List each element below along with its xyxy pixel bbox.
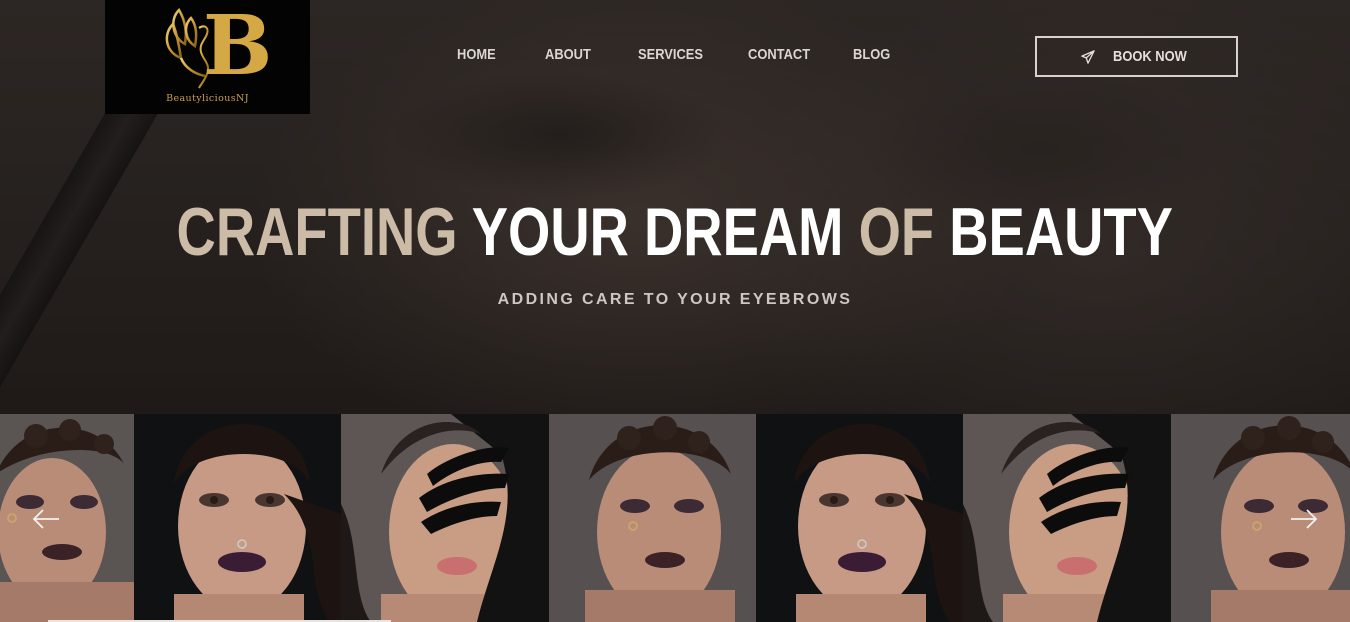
site-logo[interactable]: B BeautyliciousNJ — [105, 0, 310, 114]
arrow-left-icon[interactable] — [31, 504, 61, 534]
nav-item-home[interactable]: HOME — [457, 46, 496, 63]
gallery-photo[interactable] — [549, 414, 756, 622]
headline-word-beauty: BEAUTY — [949, 194, 1174, 270]
hero-headline: CRAFTING YOUR DREAM OF BEAUTY — [0, 196, 1350, 268]
nav-item-blog[interactable]: BLOG — [853, 46, 890, 63]
book-now-button[interactable]: BOOK NOW — [1035, 36, 1238, 77]
headline-words-your-dream: YOUR DREAM — [471, 194, 844, 270]
headline-word-of: OF — [858, 194, 935, 270]
gallery-photo[interactable] — [756, 414, 963, 622]
logo-name: BeautyliciousNJ — [166, 93, 249, 104]
nav-item-contact[interactable]: CONTACT — [748, 46, 810, 63]
gallery-photo[interactable] — [0, 414, 134, 622]
headline-word-crafting: CRAFTING — [176, 194, 458, 270]
hero-subtitle: ADDING CARE TO YOUR EYEBROWS — [497, 291, 853, 308]
paper-plane-icon — [1080, 49, 1095, 64]
arrow-right-icon[interactable] — [1289, 504, 1319, 534]
gallery-photo[interactable] — [341, 414, 549, 622]
nav-item-about[interactable]: ABOUT — [545, 46, 591, 63]
logo-letter: B — [203, 0, 273, 94]
book-now-label: BOOK NOW — [1112, 48, 1187, 65]
nav-item-services[interactable]: SERVICES — [638, 46, 703, 63]
gallery-photo[interactable] — [1171, 414, 1350, 622]
gallery-photo[interactable] — [134, 414, 341, 622]
gallery-carousel — [0, 414, 1350, 622]
gallery-photo[interactable] — [963, 414, 1171, 622]
